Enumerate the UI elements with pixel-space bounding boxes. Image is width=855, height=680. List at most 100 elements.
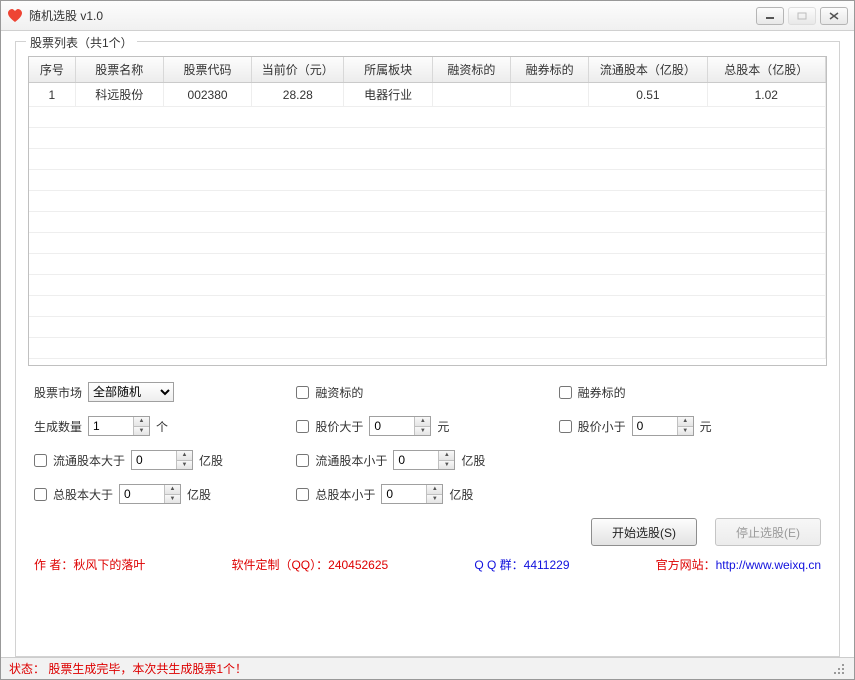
table-header-row: 序号 股票名称 股票代码 当前价（元） 所属板块 融资标的 融券标的 流通股本（… bbox=[29, 57, 826, 83]
col-floatcap[interactable]: 流通股本（亿股） bbox=[589, 57, 707, 83]
spin-up-icon[interactable]: ▲ bbox=[439, 451, 454, 461]
floatcap-gt-spinner[interactable]: ▲▼ bbox=[131, 450, 193, 470]
col-name[interactable]: 股票名称 bbox=[75, 57, 163, 83]
spin-down-icon[interactable]: ▼ bbox=[678, 427, 693, 436]
market-label: 股票市场 bbox=[34, 384, 82, 401]
totalcap-gt-control: 总股本大于 ▲▼ 亿股 bbox=[34, 484, 296, 504]
floatcap-gt-checkbox[interactable] bbox=[34, 454, 47, 467]
author-block: 作 者：秋风下的落叶 bbox=[34, 556, 145, 573]
stock-table-wrap[interactable]: 序号 股票名称 股票代码 当前价（元） 所属板块 融资标的 融券标的 流通股本（… bbox=[28, 56, 827, 366]
close-button[interactable] bbox=[820, 7, 848, 25]
author-name: 秋风下的落叶 bbox=[73, 558, 145, 572]
stop-button: 停止选股(E) bbox=[715, 518, 821, 546]
spin-up-icon[interactable]: ▲ bbox=[678, 417, 693, 427]
col-seq[interactable]: 序号 bbox=[29, 57, 75, 83]
rzbd-checkbox[interactable] bbox=[296, 386, 309, 399]
cap-unit: 亿股 bbox=[449, 486, 473, 503]
author-label: 作 者： bbox=[34, 558, 73, 572]
cell-seq: 1 bbox=[29, 83, 75, 107]
table-row: . bbox=[29, 191, 826, 212]
cap-unit: 亿股 bbox=[461, 452, 485, 469]
spin-up-icon[interactable]: ▲ bbox=[165, 485, 180, 495]
controls-grid: 股票市场 全部随机 融资标的 融券标的 生成数量 bbox=[28, 366, 827, 508]
col-code[interactable]: 股票代码 bbox=[163, 57, 251, 83]
floatcap-gt-label: 流通股本大于 bbox=[53, 452, 125, 469]
table-row: . bbox=[29, 317, 826, 338]
group-title: 股票列表（共1个） bbox=[26, 34, 137, 51]
stop-button-label: 停止选股(E) bbox=[736, 524, 800, 541]
spin-up-icon[interactable]: ▲ bbox=[134, 417, 149, 427]
qty-spinner[interactable]: ▲▼ bbox=[88, 416, 150, 436]
minimize-icon bbox=[765, 12, 775, 20]
price-gt-spinner[interactable]: ▲▼ bbox=[369, 416, 431, 436]
cell-code: 002380 bbox=[163, 83, 251, 107]
qty-label: 生成数量 bbox=[34, 418, 82, 435]
spin-down-icon[interactable]: ▼ bbox=[134, 427, 149, 436]
cell-floatcap: 0.51 bbox=[589, 83, 707, 107]
start-button[interactable]: 开始选股(S) bbox=[591, 518, 697, 546]
col-sector[interactable]: 所属板块 bbox=[344, 57, 432, 83]
status-label: 状态： bbox=[9, 662, 45, 676]
totalcap-gt-spinner[interactable]: ▲▼ bbox=[119, 484, 181, 504]
table-row[interactable]: 1 科远股份 002380 28.28 电器行业 0.51 1.02 bbox=[29, 83, 826, 107]
cap-unit: 亿股 bbox=[199, 452, 223, 469]
content-area: 股票列表（共1个） 序号 股票名称 股票代码 当前价（元） 所属板块 bbox=[1, 31, 854, 657]
col-price[interactable]: 当前价（元） bbox=[252, 57, 344, 83]
qty-control: 生成数量 ▲▼ 个 bbox=[34, 416, 296, 436]
totalcap-gt-label: 总股本大于 bbox=[53, 486, 113, 503]
spin-down-icon[interactable]: ▼ bbox=[439, 461, 454, 470]
spin-up-icon[interactable]: ▲ bbox=[415, 417, 430, 427]
site-label: 官方网站： bbox=[656, 558, 716, 572]
spin-down-icon[interactable]: ▼ bbox=[415, 427, 430, 436]
spin-down-icon[interactable]: ▼ bbox=[427, 495, 442, 504]
spin-down-icon[interactable]: ▼ bbox=[165, 495, 180, 504]
price-lt-spinner[interactable]: ▲▼ bbox=[632, 416, 694, 436]
resize-grip-icon[interactable] bbox=[832, 662, 846, 676]
price-gt-control: 股价大于 ▲▼ 元 bbox=[296, 416, 558, 436]
close-icon bbox=[829, 12, 839, 20]
qqgroup-value: 4411229 bbox=[524, 558, 570, 572]
status-text-wrap: 状态： 股票生成完毕，本次共生成股票1个！ bbox=[9, 660, 247, 677]
qty-unit: 个 bbox=[156, 418, 168, 435]
totalcap-lt-label: 总股本小于 bbox=[315, 486, 375, 503]
minimize-button[interactable] bbox=[756, 7, 784, 25]
floatcap-lt-spinner[interactable]: ▲▼ bbox=[393, 450, 455, 470]
table-row: . bbox=[29, 296, 826, 317]
market-select[interactable]: 全部随机 bbox=[88, 382, 174, 402]
cell-price: 28.28 bbox=[252, 83, 344, 107]
floatcap-lt-control: 流通股本小于 ▲▼ 亿股 bbox=[296, 450, 558, 470]
site-link[interactable]: http://www.weixq.cn bbox=[716, 558, 821, 572]
col-totalcap[interactable]: 总股本（亿股） bbox=[707, 57, 825, 83]
custom-block: 软件定制（QQ）：240452625 bbox=[231, 556, 388, 573]
totalcap-lt-checkbox[interactable] bbox=[296, 488, 309, 501]
floatcap-lt-label: 流通股本小于 bbox=[315, 452, 387, 469]
rzbd-label: 融资标的 bbox=[315, 384, 363, 401]
spin-up-icon[interactable]: ▲ bbox=[177, 451, 192, 461]
totalcap-gt-input[interactable] bbox=[120, 485, 164, 503]
price-lt-input[interactable] bbox=[633, 417, 677, 435]
maximize-icon bbox=[797, 12, 807, 20]
qty-input[interactable] bbox=[89, 417, 133, 435]
price-gt-label: 股价大于 bbox=[315, 418, 363, 435]
spin-down-icon[interactable]: ▼ bbox=[177, 461, 192, 470]
floatcap-gt-input[interactable] bbox=[132, 451, 176, 469]
totalcap-lt-spinner[interactable]: ▲▼ bbox=[381, 484, 443, 504]
floatcap-lt-checkbox[interactable] bbox=[296, 454, 309, 467]
price-lt-label: 股价小于 bbox=[578, 418, 626, 435]
spin-up-icon[interactable]: ▲ bbox=[427, 485, 442, 495]
totalcap-gt-checkbox[interactable] bbox=[34, 488, 47, 501]
table-row: . bbox=[29, 212, 826, 233]
credits-row: 作 者：秋风下的落叶 软件定制（QQ）：240452625 Q Q 群：4411… bbox=[28, 552, 827, 581]
price-gt-checkbox[interactable] bbox=[296, 420, 309, 433]
col-rqbd[interactable]: 融券标的 bbox=[510, 57, 588, 83]
table-row: . bbox=[29, 149, 826, 170]
price-unit: 元 bbox=[437, 418, 449, 435]
floatcap-lt-input[interactable] bbox=[394, 451, 438, 469]
col-rzbd[interactable]: 融资标的 bbox=[432, 57, 510, 83]
totalcap-lt-input[interactable] bbox=[382, 485, 426, 503]
cell-sector: 电器行业 bbox=[344, 83, 432, 107]
price-lt-checkbox[interactable] bbox=[559, 420, 572, 433]
custom-qq: 240452625 bbox=[328, 558, 388, 572]
rqbd-checkbox[interactable] bbox=[559, 386, 572, 399]
price-gt-input[interactable] bbox=[370, 417, 414, 435]
